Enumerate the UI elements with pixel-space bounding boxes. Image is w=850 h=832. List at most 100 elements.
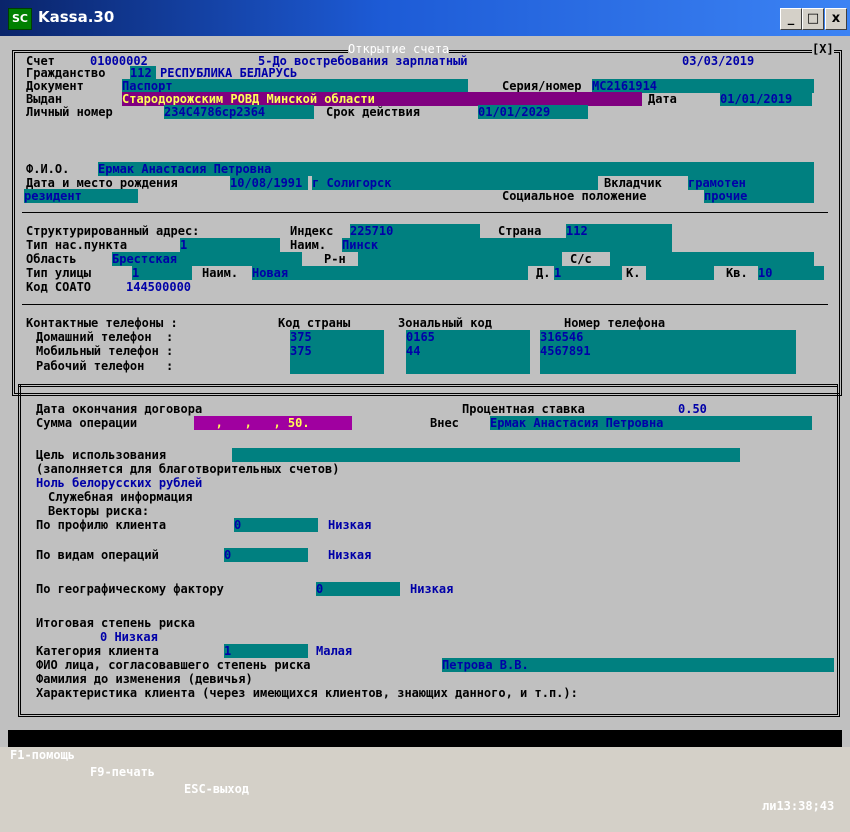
rate-value: 0.50 xyxy=(678,402,707,416)
index-label: Индекс xyxy=(290,224,334,238)
phones-label: Контактные телефоны : xyxy=(26,316,178,330)
geo-risk-field[interactable]: 0 xyxy=(316,582,400,596)
apartment-field[interactable]: 10 xyxy=(758,266,824,280)
soato-value: 144500000 xyxy=(126,280,192,294)
settlement-name-field[interactable]: Пинск xyxy=(342,238,672,252)
district-field[interactable] xyxy=(358,252,562,266)
sum-label: Сумма операции xyxy=(36,416,138,430)
settlement-type-label: Тип нас.пункта xyxy=(26,238,128,252)
depositor-name-field[interactable]: Ермак Анастасия Петровна xyxy=(490,416,812,430)
document-field[interactable]: Паспорт xyxy=(122,79,468,93)
street-name-label: Наим. xyxy=(202,266,239,280)
address-label: Структурированный адрес: xyxy=(26,224,200,238)
home-phone-label: Домашний телефон : xyxy=(36,330,174,344)
ops-risk-field[interactable]: 0 xyxy=(224,548,308,562)
series-field[interactable]: MC2161914 xyxy=(592,79,814,93)
minimize-button[interactable]: _ xyxy=(780,8,802,30)
settlement-type-field[interactable]: 1 xyxy=(180,238,280,252)
street-type-field[interactable]: 1 xyxy=(132,266,192,280)
street-name-field[interactable]: Новая xyxy=(252,266,528,280)
console-area: Открытие счета [X] Счет 01000002 5-До во… xyxy=(8,38,842,730)
issued-label: Выдан xyxy=(26,92,63,106)
social-field[interactable]: прочие xyxy=(704,189,814,203)
mobile-phone-number[interactable]: 4567891 xyxy=(540,344,591,358)
resident-field[interactable]: резидент xyxy=(24,189,138,203)
ss-label: С/с xyxy=(570,252,592,266)
status-bar: F1-помощь F9-печать ESC-выход ли13:38;43 xyxy=(8,730,842,813)
home-phone-zone[interactable]: 0165 xyxy=(406,330,435,344)
issued-date-field[interactable]: 01/01/2019 xyxy=(720,92,812,106)
house-label: Д. xyxy=(536,266,551,280)
fio-label: Ф.И.О. xyxy=(26,162,70,176)
maiden-name-label: Фамилия до изменения (девичья) xyxy=(36,672,253,686)
region-label: Область xyxy=(26,252,77,266)
personal-number-label: Личный номер xyxy=(26,105,113,119)
home-phone-number[interactable]: 316546 xyxy=(540,330,583,344)
profile-risk-field[interactable]: 0 xyxy=(234,518,318,532)
category-field[interactable]: 1 xyxy=(224,644,308,658)
window-title: Kassa.30 xyxy=(38,8,115,26)
country-field[interactable]: 112 xyxy=(566,224,672,238)
profile-risk-level: Низкая xyxy=(328,518,372,532)
citizenship-code-field[interactable]: 112 xyxy=(130,66,156,80)
district-label: Р-н xyxy=(324,252,346,266)
index-field[interactable]: 225710 xyxy=(350,224,480,238)
depositor-name-label: Внес xyxy=(430,416,459,430)
category-level: Малая xyxy=(316,644,353,658)
divider xyxy=(22,304,828,305)
category-label: Категория клиента xyxy=(36,644,159,658)
total-risk-value: 0 Низкая xyxy=(100,630,158,644)
sum-field[interactable]: , , , 50. xyxy=(194,416,352,430)
building-label: К. xyxy=(626,266,641,280)
approver-label: ФИО лица, согласовавшего степень риска xyxy=(36,658,311,672)
close-button[interactable]: x xyxy=(825,8,847,30)
col-zone-code: Зональный код xyxy=(398,316,492,330)
birth-place-field[interactable]: г Солигорск xyxy=(312,176,598,190)
exit-key[interactable]: ESC-выход xyxy=(184,781,249,798)
ops-risk-label: По видам операций xyxy=(36,548,159,562)
title-bar[interactable]: SC Kassa.30 _ □ x xyxy=(0,0,850,36)
citizenship-label: Гражданство xyxy=(26,66,106,80)
work-phone-label: Рабочий телефон : xyxy=(36,359,174,373)
divider xyxy=(22,212,828,213)
depositor-label: Вкладчик xyxy=(604,176,662,190)
birth-date-field[interactable]: 10/08/1991 xyxy=(230,176,308,190)
home-phone-country[interactable]: 375 xyxy=(290,330,312,344)
col-country-code: Код страны xyxy=(278,316,351,330)
help-key[interactable]: F1-помощь xyxy=(10,747,75,764)
approver-field[interactable]: Петрова В.В. xyxy=(442,658,834,672)
purpose-field[interactable] xyxy=(232,448,740,462)
print-key[interactable]: F9-печать xyxy=(90,764,155,781)
maximize-button[interactable]: □ xyxy=(802,8,824,30)
service-info-label: Служебная информация xyxy=(48,490,193,504)
valid-until-field[interactable]: 01/01/2029 xyxy=(478,105,588,119)
region-field[interactable]: Брестская xyxy=(112,252,302,266)
issued-field[interactable]: Стародорожским РОВД Минской области xyxy=(122,92,642,106)
geo-risk-level: Низкая xyxy=(410,582,454,596)
purpose-label: Цель использования xyxy=(36,448,167,462)
settlement-name-label: Наим. xyxy=(290,238,327,252)
characteristic-label: Характеристика клиента (через имеющихся … xyxy=(36,686,578,700)
soato-label: Код СОАТО xyxy=(26,280,92,294)
citizenship-name: РЕСПУБЛИКА БЕЛАРУСЬ xyxy=(160,66,298,80)
depositor-field[interactable]: грамотен xyxy=(688,176,814,190)
mobile-phone-zone[interactable]: 44 xyxy=(406,344,420,358)
street-type-label: Тип улицы xyxy=(26,266,92,280)
risk-vectors-label: Векторы риска: xyxy=(48,504,150,518)
personal-number-field[interactable]: 234C4786cp2364 xyxy=(164,105,314,119)
fio-field[interactable]: Ермак Анастасия Петровна xyxy=(98,162,814,176)
house-field[interactable]: 1 xyxy=(554,266,622,280)
ss-field[interactable] xyxy=(610,252,814,266)
country-label: Страна xyxy=(498,224,542,238)
dialog-close-button[interactable]: [X] xyxy=(812,42,834,56)
building-field[interactable] xyxy=(646,266,714,280)
valid-until-label: Срок действия xyxy=(326,105,420,119)
profile-risk-label: По профилю клиента xyxy=(36,518,167,532)
mobile-phone-country[interactable]: 375 xyxy=(290,344,312,358)
document-label: Документ xyxy=(26,79,84,93)
rate-label: Процентная ставка xyxy=(462,402,585,416)
amount-in-words: Ноль белорусских рублей xyxy=(36,476,203,490)
series-label: Серия/номер xyxy=(502,79,582,93)
apartment-label: Кв. xyxy=(726,266,748,280)
social-label: Социальное положение xyxy=(502,189,647,203)
